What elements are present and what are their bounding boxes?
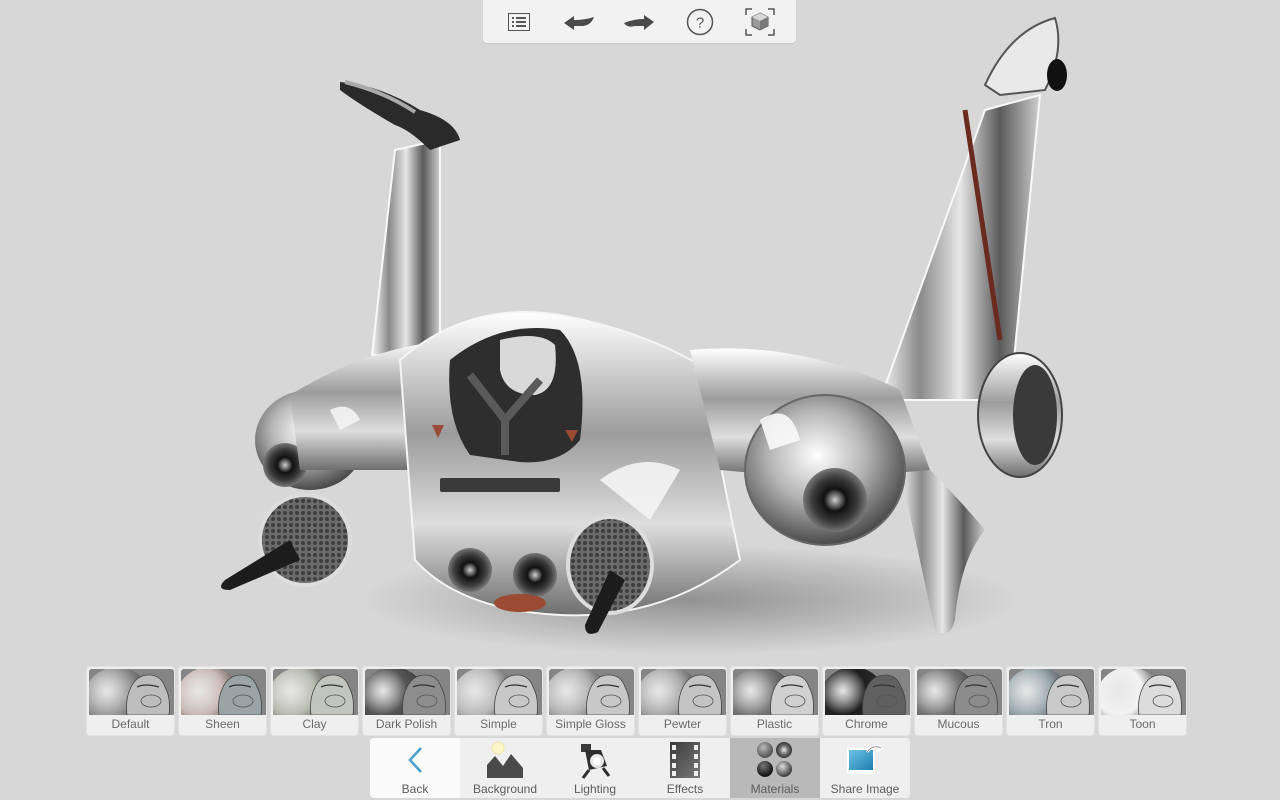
material-label: Plastic	[756, 717, 793, 731]
material-label: Dark Polish	[375, 717, 438, 731]
undo-arrow-icon	[564, 15, 595, 30]
monkey-bust-preview-icon	[1009, 669, 1094, 715]
monkey-bust-preview-icon	[549, 669, 634, 715]
monkey-bust-preview-icon	[825, 669, 910, 715]
material-label: Simple	[480, 717, 517, 731]
material-label: Pewter	[663, 717, 702, 731]
nav-background[interactable]: Background	[460, 738, 550, 798]
nav-share-image[interactable]: Share Image	[820, 738, 910, 798]
share-image-icon	[847, 743, 882, 774]
monkey-bust-preview-icon	[181, 669, 266, 715]
spotlight-icon	[581, 744, 611, 779]
monkey-bust-preview-icon	[89, 669, 174, 715]
material-mucous[interactable]: Mucous	[914, 666, 1003, 736]
redo-button[interactable]	[615, 2, 663, 42]
help-button[interactable]: ?	[676, 2, 724, 42]
frame-model-button[interactable]	[736, 2, 784, 42]
material-thumbnail	[181, 669, 266, 715]
material-thumbnail	[549, 669, 634, 715]
nav-back-label: Back	[401, 782, 429, 796]
nav-background-label: Background	[472, 782, 538, 796]
nav-materials[interactable]: Materials	[730, 738, 820, 798]
material-toon[interactable]: Toon	[1098, 666, 1187, 736]
help-circle-icon: ?	[686, 8, 713, 35]
list-icon	[508, 12, 531, 31]
top-toolbar: ?	[483, 0, 796, 43]
monkey-bust-preview-icon	[733, 669, 818, 715]
landscape-icon	[487, 741, 523, 778]
chevron-left-icon	[408, 747, 422, 773]
redo-arrow-icon	[624, 14, 655, 30]
material-label: Toon	[1129, 717, 1156, 731]
monkey-bust-preview-icon	[457, 669, 542, 715]
material-label: Mucous	[937, 717, 980, 731]
material-chrome[interactable]: Chrome	[822, 666, 911, 736]
material-sheen[interactable]: Sheen	[178, 666, 267, 736]
material-dark-polish[interactable]: Dark Polish	[362, 666, 451, 736]
film-strip-icon	[670, 742, 700, 778]
scene-list-button[interactable]	[495, 2, 543, 42]
material-thumbnail	[1101, 669, 1186, 715]
material-thumbnail	[641, 669, 726, 715]
nav-lighting-label: Lighting	[573, 782, 617, 796]
nav-effects[interactable]: Effects	[640, 738, 730, 798]
svg-text:?: ?	[695, 14, 703, 31]
material-thumbnail	[1009, 669, 1094, 715]
monkey-bust-preview-icon	[641, 669, 726, 715]
material-thumbnail	[365, 669, 450, 715]
monkey-bust-preview-icon	[1101, 669, 1186, 715]
material-default[interactable]: Default	[86, 666, 175, 736]
undo-button[interactable]	[555, 2, 603, 42]
nav-materials-label: Materials	[750, 782, 800, 796]
material-thumbnail	[273, 669, 358, 715]
material-label: Clay	[302, 717, 327, 731]
monkey-bust-preview-icon	[365, 669, 450, 715]
monkey-bust-preview-icon	[273, 669, 358, 715]
material-plastic[interactable]: Plastic	[730, 666, 819, 736]
material-label: Default	[111, 717, 150, 731]
material-tron[interactable]: Tron	[1006, 666, 1095, 736]
material-spheres-icon	[757, 742, 792, 777]
material-thumbnail	[825, 669, 910, 715]
material-label: Simple Gloss	[555, 717, 626, 731]
material-simple[interactable]: Simple	[454, 666, 543, 736]
material-label: Tron	[1038, 717, 1063, 731]
material-label: Sheen	[205, 717, 240, 731]
frame-cube-icon	[745, 7, 775, 36]
materials-strip: Default Sheen Clay Dark Polish Simple Simple …	[86, 666, 1187, 736]
nav-lighting[interactable]: Lighting	[550, 738, 640, 798]
nav-effects-label: Effects	[666, 782, 704, 796]
bottom-nav: Back Background Lighting Effects Materia…	[370, 738, 910, 798]
material-clay[interactable]: Clay	[270, 666, 359, 736]
material-simple-gloss[interactable]: Simple Gloss	[546, 666, 635, 736]
material-thumbnail	[89, 669, 174, 715]
monkey-bust-preview-icon	[917, 669, 1002, 715]
material-pewter[interactable]: Pewter	[638, 666, 727, 736]
nav-share-image-label: Share Image	[830, 782, 900, 796]
material-thumbnail	[917, 669, 1002, 715]
material-thumbnail	[733, 669, 818, 715]
material-thumbnail	[457, 669, 542, 715]
nav-back[interactable]: Back	[370, 738, 460, 798]
material-label: Chrome	[845, 717, 888, 731]
